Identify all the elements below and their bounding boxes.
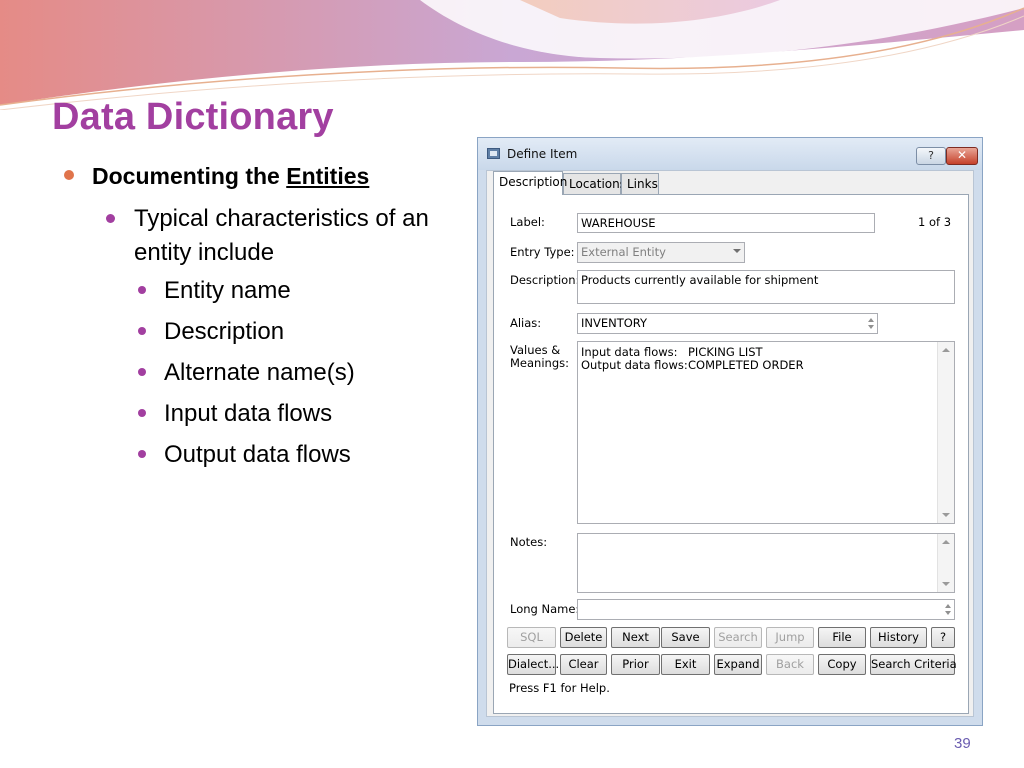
entry-type-select[interactable]: External Entity xyxy=(577,242,745,263)
label-caption: Label: xyxy=(510,215,545,229)
prior-button[interactable]: Prior xyxy=(611,654,660,675)
sub-bullet-entity-name: Entity name xyxy=(134,270,472,311)
exit-button[interactable]: Exit xyxy=(661,654,710,675)
titlebar-close-button[interactable]: ✕ xyxy=(946,147,978,165)
spin-down-icon[interactable] xyxy=(868,325,874,329)
sub-bullet-description: Description xyxy=(134,311,472,352)
alias-caption: Alias: xyxy=(510,316,542,330)
bullet-dot-icon xyxy=(64,170,74,180)
notes-textarea[interactable] xyxy=(577,533,955,593)
sub-bullet-text: Output data flows xyxy=(164,441,351,468)
bullet-typical-characteristics: Typical characteristics of an entity inc… xyxy=(102,202,472,270)
header-wave-banner xyxy=(0,0,1024,110)
page-number: 39 xyxy=(954,735,971,752)
bullet-dot-icon xyxy=(138,368,146,376)
sub-bullet-output-flows: Output data flows xyxy=(134,434,472,475)
sub-bullet-alternate-names: Alternate name(s) xyxy=(134,352,472,393)
sub-bullet-text: Entity name xyxy=(164,277,291,304)
bullet-dot-icon xyxy=(138,409,146,417)
chevron-down-icon xyxy=(733,249,741,253)
bullet-text: Typical characteristics of an entity inc… xyxy=(134,205,429,266)
tab-description[interactable]: Description xyxy=(493,171,567,195)
window-app-icon xyxy=(487,148,500,159)
clear-button[interactable]: Clear xyxy=(560,654,607,675)
jump-button[interactable]: Jump xyxy=(766,627,814,648)
bullet-dot-icon xyxy=(138,286,146,294)
status-help-text: Press F1 for Help. xyxy=(509,681,610,695)
long-name-caption: Long Name: xyxy=(510,602,580,616)
next-button[interactable]: Next xyxy=(611,627,660,648)
slide-title: Data Dictionary xyxy=(52,96,334,138)
dialog-titlebar[interactable]: Define Item ? ✕ xyxy=(478,138,982,170)
scroll-up-icon[interactable] xyxy=(942,540,950,544)
expand-button[interactable]: Expand xyxy=(714,654,762,675)
bullet-dot-icon xyxy=(138,450,146,458)
bullet-text-prefix: Documenting the xyxy=(92,163,287,189)
help-button[interactable]: ? xyxy=(931,627,955,648)
description-textarea[interactable]: Products currently available for shipmen… xyxy=(577,270,955,304)
sql-button[interactable]: SQL xyxy=(507,627,556,648)
description-caption: Description: xyxy=(510,273,580,287)
entry-type-value: External Entity xyxy=(581,245,666,259)
description-tab-panel: Label: WAREHOUSE 1 of 3 Entry Type: Exte… xyxy=(493,194,969,714)
spin-up-icon[interactable] xyxy=(868,318,874,322)
values-key: Output data flows: xyxy=(581,358,688,372)
bullet-list: Documenting the Entities Typical charact… xyxy=(62,160,472,475)
dialog-title: Define Item xyxy=(507,147,578,161)
long-name-input[interactable] xyxy=(577,599,955,620)
spin-down-icon[interactable] xyxy=(945,611,951,615)
copy-button[interactable]: Copy xyxy=(818,654,866,675)
bullet-dot-icon xyxy=(106,214,115,223)
scroll-down-icon[interactable] xyxy=(942,513,950,517)
dialect-button[interactable]: Dialect... xyxy=(507,654,559,675)
sub-bullet-text: Input data flows xyxy=(164,400,333,427)
entry-type-caption: Entry Type: xyxy=(510,245,575,259)
sub-bullet-text: Description xyxy=(164,318,285,345)
define-item-dialog: Define Item ? ✕ Description Locations Li… xyxy=(477,137,983,726)
alias-value: INVENTORY xyxy=(581,316,648,330)
sub-bullet-input-flows: Input data flows xyxy=(134,393,472,434)
delete-button[interactable]: Delete xyxy=(560,627,607,648)
notes-scrollbar[interactable] xyxy=(937,534,954,592)
label-input[interactable]: WAREHOUSE xyxy=(577,213,875,233)
record-position: 1 of 3 xyxy=(918,215,952,229)
search-criteria-button[interactable]: Search Criteria xyxy=(870,654,957,675)
sub-bullet-text: Alternate name(s) xyxy=(164,359,355,386)
bullet-documenting-entities: Documenting the Entities xyxy=(62,160,472,192)
values-scrollbar[interactable] xyxy=(937,342,954,523)
scroll-down-icon[interactable] xyxy=(942,582,950,586)
spin-up-icon[interactable] xyxy=(945,604,951,608)
bullet-text-emphasis: Entities xyxy=(286,163,370,189)
save-button[interactable]: Save xyxy=(661,627,710,648)
dialog-client-area: Description Locations Links Label: WAREH… xyxy=(486,170,974,717)
scroll-up-icon[interactable] xyxy=(942,348,950,352)
titlebar-help-button[interactable]: ? xyxy=(916,147,946,165)
bullet-dot-icon xyxy=(138,327,146,335)
back-button[interactable]: Back xyxy=(766,654,814,675)
file-button[interactable]: File xyxy=(818,627,866,648)
tab-links[interactable]: Links xyxy=(621,173,659,194)
values-meanings-textarea[interactable]: Input data flows: PICKING LIST Output da… xyxy=(577,341,955,524)
tab-locations[interactable]: Locations xyxy=(563,173,626,194)
search-button[interactable]: Search xyxy=(714,627,762,648)
values-value: COMPLETED ORDER xyxy=(688,358,804,372)
alias-input[interactable]: INVENTORY xyxy=(577,313,878,334)
notes-caption: Notes: xyxy=(510,535,548,549)
history-button[interactable]: History xyxy=(870,627,927,648)
values-meanings-caption: Values & Meanings: xyxy=(510,343,569,370)
